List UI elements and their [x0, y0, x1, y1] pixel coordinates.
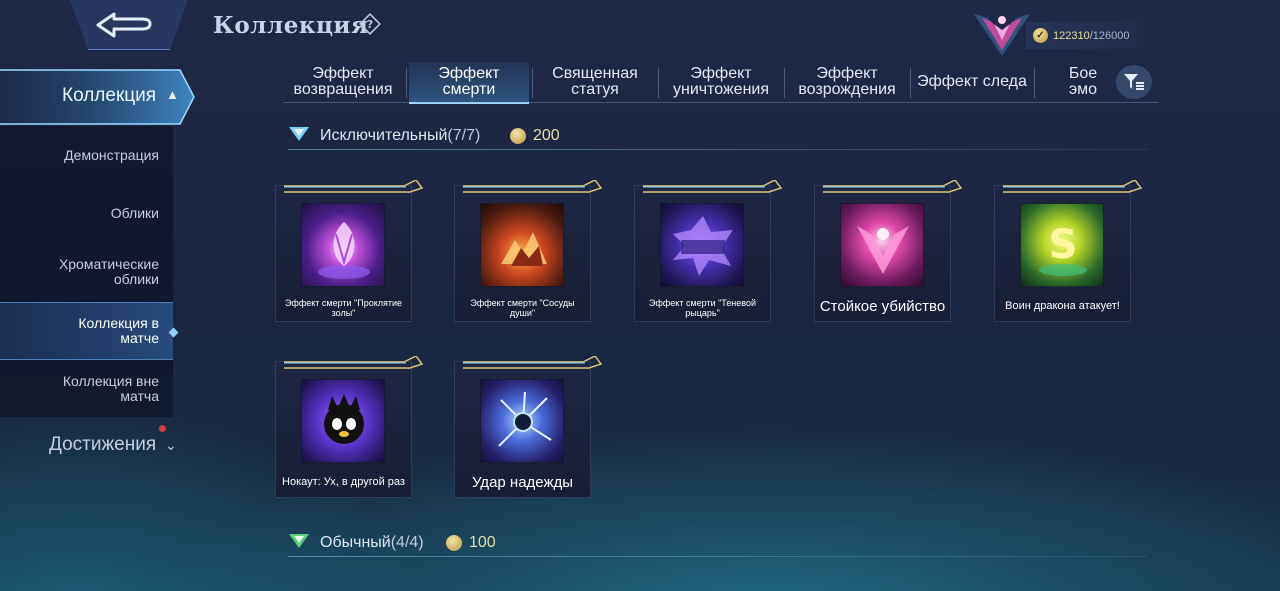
card-corner-ornament [284, 356, 424, 369]
tab-elimination-effect[interactable]: Эффект смерти [409, 62, 529, 104]
tier-triangle-icon [289, 127, 309, 141]
dragon-warrior-thumbnail: S [1020, 203, 1104, 287]
tab-destruction-effect[interactable]: Эффект уничтожения [661, 62, 781, 102]
soul-vessels-thumbnail [480, 203, 564, 287]
collection-card[interactable]: Удар надежды [454, 356, 603, 498]
section-header-common: Обычный(4/4) 100 [288, 532, 1148, 557]
collection-card[interactable]: S Воин дракона атакует! [994, 180, 1143, 322]
points-current: 122310 [1053, 29, 1090, 42]
sidebar-item-skins[interactable]: Облики [0, 184, 173, 242]
tab-divider [406, 68, 407, 98]
sidebar-collection-label: Коллекция [62, 85, 157, 106]
tab-divider [532, 68, 533, 98]
card-corner-ornament [1003, 180, 1143, 193]
steadfast-kill-thumbnail [840, 203, 924, 287]
collection-card[interactable]: Нокаут: Ух, в другой раз [275, 356, 424, 498]
sidebar-achievements[interactable]: Достижения [49, 434, 156, 456]
filter-icon [1124, 74, 1144, 90]
collection-coin-icon [510, 128, 526, 144]
card-name: Эффект смерти "Теневой рыцарь" [649, 298, 756, 318]
collection-points: ✓ 122310/126000 [1026, 22, 1144, 49]
sidebar-item-in-match[interactable]: Коллекция в матче [0, 302, 179, 360]
svg-text:S: S [1049, 222, 1078, 268]
section-price: 100 [469, 534, 496, 551]
collection-card[interactable]: Эффект смерти "Сосуды души" [454, 180, 603, 322]
sidebar-item-showcase[interactable]: Демонстрация [0, 126, 173, 184]
card-corner-ornament [643, 180, 783, 193]
section-price: 200 [533, 127, 560, 144]
sidebar-item-chromatic-skins[interactable]: Хроматические облики [0, 242, 173, 302]
sidebar-item-out-of-match[interactable]: Коллекция вне матча [0, 360, 173, 417]
collection-card[interactable]: Эффект смерти "Теневой рыцарь" [634, 180, 783, 322]
filter-button[interactable] [1116, 65, 1152, 99]
tab-respawn-effect[interactable]: Эффект возрождения [787, 62, 907, 102]
back-button[interactable] [70, 0, 188, 50]
knockout-thumbnail [301, 379, 385, 463]
hope-strike-thumbnail [480, 379, 564, 463]
collection-card[interactable]: Стойкое убийство [814, 180, 963, 322]
notification-dot [159, 425, 166, 432]
section-title: Обычный(4/4) [320, 534, 424, 551]
tab-trail-effect[interactable]: Эффект следа [913, 62, 1031, 102]
chevron-up-icon: ▲ [166, 87, 179, 102]
card-name: Эффект смерти "Сосуды души" [470, 298, 575, 318]
card-name: Воин дракона атакует! [1005, 300, 1120, 312]
card-corner-ornament [823, 180, 963, 193]
tab-underline [283, 102, 1158, 103]
collection-coin-icon [446, 535, 462, 551]
card-corner-ornament [463, 356, 603, 369]
card-corner-ornament [284, 180, 424, 193]
card-name: Удар надежды [471, 474, 574, 491]
tab-divider [1034, 68, 1035, 98]
section-divider [288, 556, 1148, 557]
tab-sacred-statue[interactable]: Священная статуя [535, 62, 655, 102]
card-name: Стойкое убийство [819, 298, 946, 315]
tier-triangle-icon [289, 534, 309, 548]
sidebar-subnav: Демонстрация Облики Хроматические облики… [0, 126, 179, 417]
chevron-down-icon: ⌄ [165, 437, 177, 453]
section-divider [288, 149, 1148, 150]
collection-card[interactable]: Эффект смерти "Проклятие золы" [275, 180, 424, 322]
collection-coin-icon: ✓ [1033, 28, 1048, 43]
tab-recall-effect[interactable]: Эффект возвращения [283, 62, 403, 102]
section-header-exceptional: Исключительный(7/7) 200 [288, 125, 1148, 150]
tab-divider [658, 68, 659, 98]
svg-text:?: ? [367, 18, 373, 31]
shadow-knight-thumbnail [660, 203, 744, 287]
tab-divider [910, 68, 911, 98]
points-max: /126000 [1089, 29, 1130, 42]
tab-bar: Эффект возвращения Эффект смерти Священн… [283, 62, 1158, 104]
rank-emblem-icon [974, 14, 1030, 56]
card-name: Нокаут: Ух, в другой раз [282, 476, 405, 488]
tab-divider [784, 68, 785, 98]
section-title: Исключительный(7/7) [320, 127, 481, 144]
card-name: Эффект смерти "Проклятие золы" [284, 298, 403, 318]
page-title: Коллекция [213, 12, 369, 39]
card-corner-ornament [463, 180, 603, 193]
ash-curse-thumbnail [301, 203, 385, 287]
question-diamond-icon[interactable]: ? [359, 13, 381, 35]
